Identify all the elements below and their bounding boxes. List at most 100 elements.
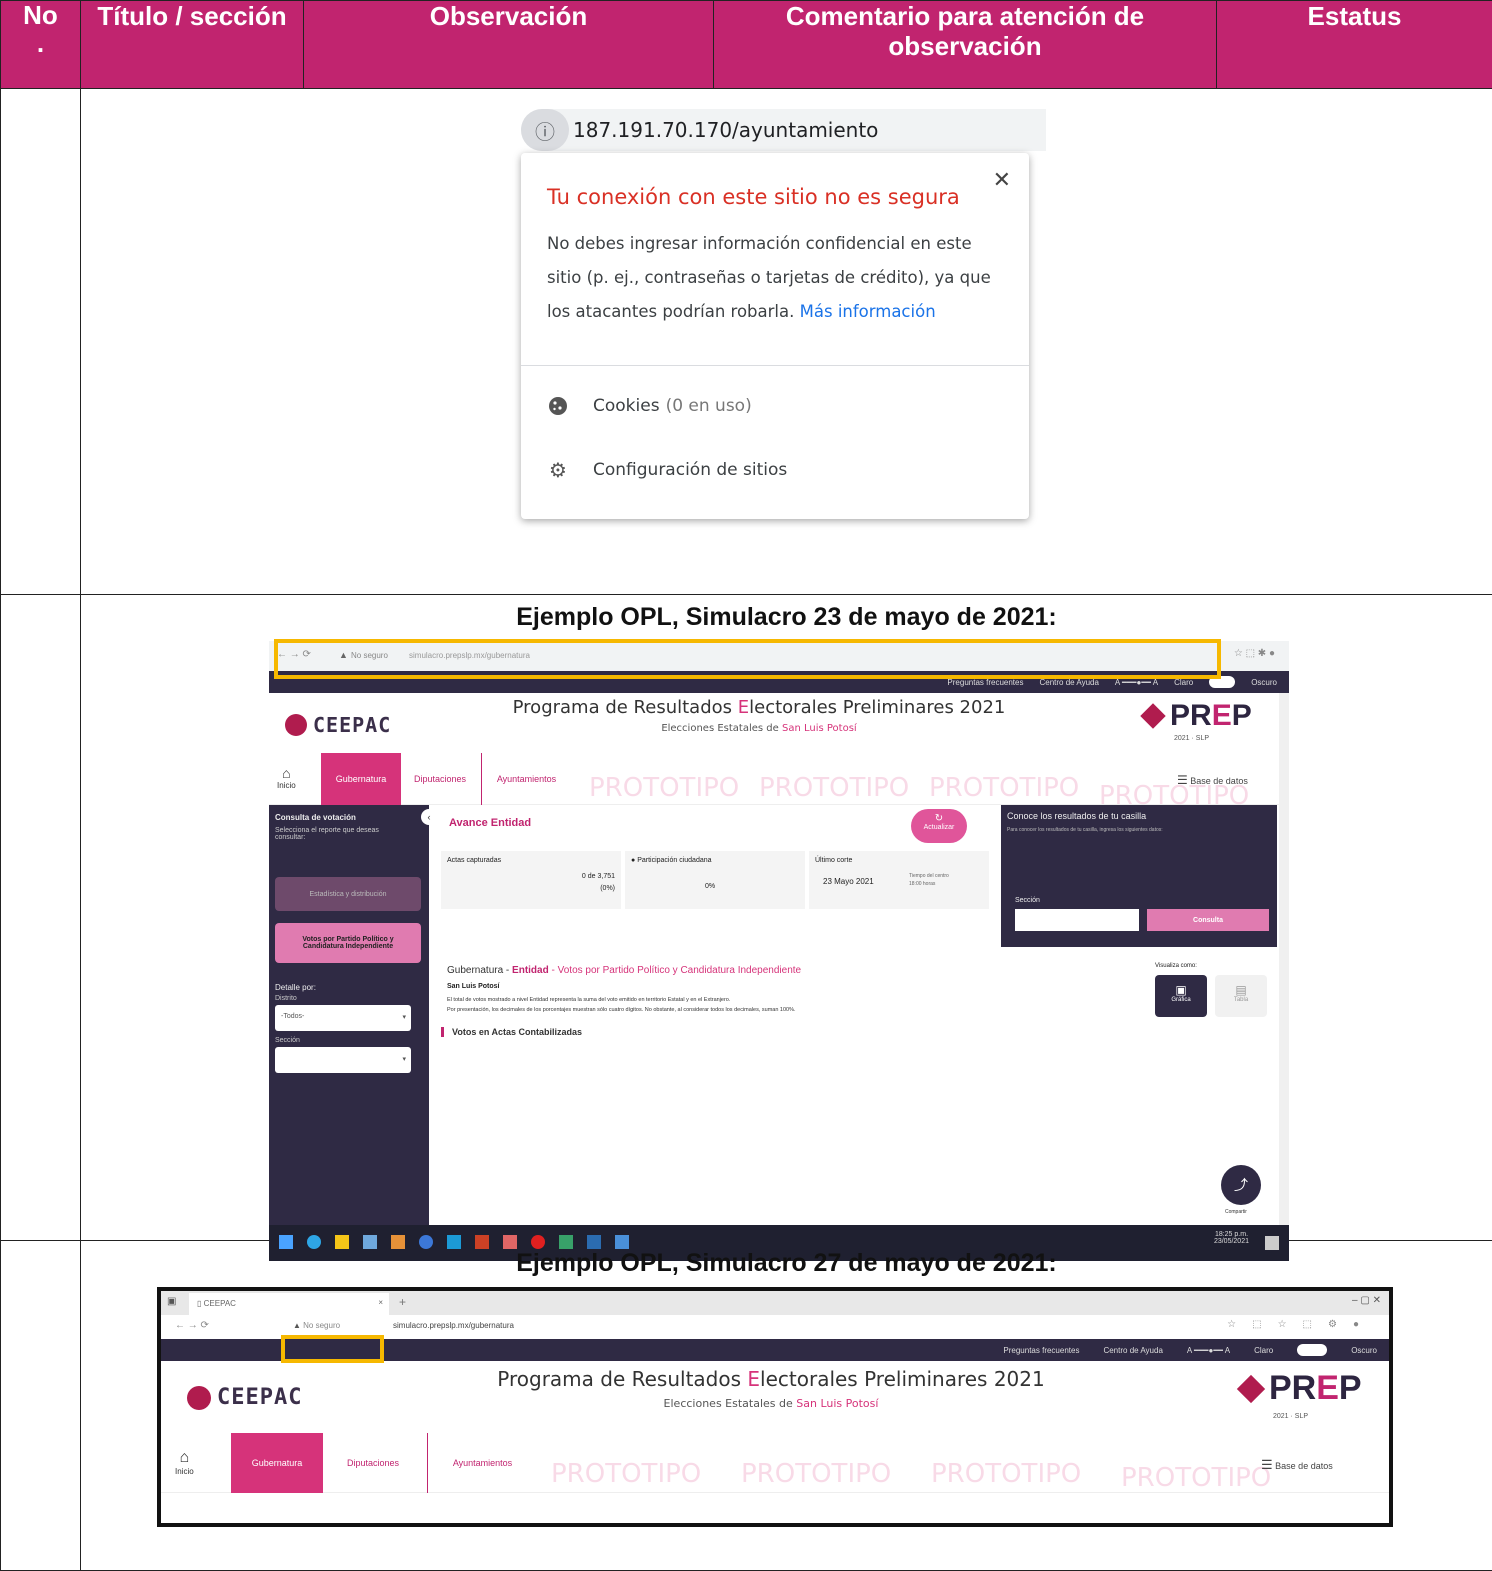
title-part: lectorales Preliminares 2021 <box>749 697 1005 718</box>
tab-actions-icon[interactable]: ▣ <box>167 1296 176 1307</box>
table-row: Ejemplo OPL, Simulacro 23 de mayo de 202… <box>1 595 1492 1241</box>
tab-diputaciones[interactable]: Diputaciones <box>327 1433 419 1493</box>
seccion-input[interactable] <box>1015 909 1139 931</box>
url-bar[interactable]: ⓘ 187.191.70.170/ayuntamiento <box>521 109 1046 151</box>
tab-ayuntamientos[interactable]: Ayuntamientos <box>427 1433 537 1493</box>
cell-no <box>1 89 81 595</box>
close-icon[interactable]: ✕ <box>993 167 1011 193</box>
faq-link[interactable]: Preguntas frecuentes <box>1003 1346 1079 1355</box>
tab-ayuntamientos[interactable]: Ayuntamientos <box>481 753 571 805</box>
security-dialog: ✕ Tu conexión con este sitio no es segur… <box>521 153 1029 519</box>
report-button-1[interactable]: Estadística y distribución <box>275 877 421 911</box>
url-text[interactable]: simulacro.prepslp.mx/gubernatura <box>393 1321 514 1330</box>
window-controls[interactable]: – ▢ ✕ <box>1352 1295 1381 1306</box>
info-icon[interactable]: ⓘ <box>521 109 569 151</box>
site-header: CEEPAC Programa de Resultados Electorale… <box>269 693 1289 753</box>
table-row: ⓘ 187.191.70.170/ayuntamiento ✕ Tu conex… <box>1 89 1492 595</box>
note-1: El total de votos mostrado a nivel Entid… <box>447 997 730 1003</box>
database-link[interactable]: ☰ Base de datos <box>1261 1457 1333 1473</box>
nav-buttons[interactable]: ← → ⟳ <box>175 1320 209 1331</box>
theme-light[interactable]: Claro <box>1254 1346 1273 1355</box>
sidebar-subtitle: Selecciona el reporte que deseas consult… <box>275 827 385 841</box>
nav-home[interactable]: ⌂ Inicio <box>175 1449 194 1476</box>
tab-gubernatura[interactable]: Gubernatura <box>321 753 401 805</box>
heading-part: - Votos por Partido Político y Candidatu… <box>549 965 801 976</box>
dialog-body: No debes ingresar información confidenci… <box>547 227 997 329</box>
cookie-icon <box>547 395 569 417</box>
refresh-button[interactable]: ↻ Actualizar <box>911 809 967 843</box>
corte-time: 18:00 horas <box>909 881 935 887</box>
ceepac-logo-icon <box>285 714 307 736</box>
font-slider[interactable]: A ━━━●━━ A <box>1187 1346 1230 1355</box>
more-info-link[interactable]: Más información <box>800 302 936 321</box>
page-icon: ▯ <box>197 1299 201 1308</box>
tab-gubernatura[interactable]: Gubernatura <box>231 1433 323 1493</box>
sidebar-title: Consulta de votación <box>275 813 356 822</box>
place-label: San Luis Potosí <box>447 983 500 990</box>
participacion-label: ● Participación ciudadana <box>631 857 712 864</box>
consulta-button[interactable]: Consulta <box>1147 909 1269 931</box>
watermark: PROTOTIPO <box>1121 1463 1271 1493</box>
watermark: PROTOTIPO <box>741 1459 891 1489</box>
view-chart-button[interactable]: ▣ Gráfica <box>1155 975 1207 1017</box>
new-tab-icon[interactable]: + <box>399 1295 406 1309</box>
theme-dark[interactable]: Oscuro <box>1251 678 1277 687</box>
participacion-text: Participación ciudadana <box>637 857 711 864</box>
heading-part: Gubernatura - <box>447 965 512 976</box>
report-button-2[interactable]: Votos por Partido Político y Candidatura… <box>275 923 421 963</box>
prep-logo: PREP <box>1144 699 1252 733</box>
subtitle-part: Elecciones Estatales de <box>664 1397 797 1410</box>
help-link[interactable]: Centro de Ayuda <box>1103 1346 1162 1355</box>
cookies-item[interactable]: Cookies (0 en uso) <box>547 395 752 417</box>
taskbar-time: 18:25 p.m. <box>1214 1231 1249 1238</box>
warning-icon: ▲ <box>293 1321 301 1330</box>
corte-date: 23 Mayo 2021 <box>823 877 874 886</box>
view-chart-label: Gráfica <box>1155 997 1207 1003</box>
table-icon: ▤ <box>1215 983 1267 997</box>
actas-label: Actas capturadas <box>447 857 501 864</box>
heading-part: Entidad <box>512 965 549 976</box>
consulta-box: Conoce los resultados de tu casilla Para… <box>1001 805 1277 947</box>
cookies-count: (0 en uso) <box>666 396 752 416</box>
avance-title: Avance Entidad <box>449 817 531 829</box>
note-2: Por presentación, los decimales de los p… <box>447 1007 796 1013</box>
distrito-select[interactable]: -Todos- ▾ <box>275 1005 411 1031</box>
nav-home[interactable]: ⌂ Inicio <box>277 765 296 790</box>
consulta-info: Para conocer los resultados de tu casill… <box>1007 827 1267 833</box>
header-comment: Comentario para atención de observación <box>714 1 1217 89</box>
share-button[interactable]: ⤴ <box>1221 1165 1261 1205</box>
cookies-label: Cookies <box>593 396 660 416</box>
collapse-sidebar-icon[interactable]: ‹ <box>421 809 437 825</box>
tab-diputaciones[interactable]: Diputaciones <box>405 753 475 805</box>
browser-icons: ☆⬚☆⬚⚙● <box>1227 1319 1375 1330</box>
view-table-button[interactable]: ▤ Tabla <box>1215 975 1267 1017</box>
actas-value: 0 de 3,751 <box>582 873 615 880</box>
consulta-seccion-label: Sección <box>1015 897 1040 904</box>
gear-icon: ⚙ <box>547 459 569 481</box>
subtitle-part: Elecciones Estatales de <box>661 723 782 734</box>
subtitle-part: San Luis Potosí <box>782 723 857 734</box>
browser-tab[interactable]: ▯ CEEPAC × <box>189 1293 389 1315</box>
close-tab-icon[interactable]: × <box>378 1298 383 1307</box>
theme-toggle[interactable] <box>1297 1344 1327 1356</box>
theme-dark[interactable]: Oscuro <box>1351 1346 1377 1355</box>
title-part: E <box>747 1367 760 1391</box>
url-highlight <box>274 639 1221 679</box>
site-settings-item[interactable]: ⚙ Configuración de sitios <box>547 459 787 481</box>
corte-tz: Tiempo del centro <box>909 873 949 879</box>
cell-no <box>1 595 81 1241</box>
database-label: Base de datos <box>1275 1461 1333 1471</box>
distrito-select-value: -Todos- <box>281 1013 304 1020</box>
seccion-select[interactable]: ▾ <box>275 1047 411 1073</box>
font-small: A <box>1187 1346 1192 1355</box>
prep-diamond <box>1237 1374 1265 1402</box>
no-seguro-highlight <box>281 1335 384 1363</box>
prep-part: PR <box>1269 1369 1316 1408</box>
header-subtitle: Elecciones Estatales de San Luis Potosí <box>461 1397 1081 1410</box>
home-icon: ⌂ <box>175 1449 194 1467</box>
ceepac-logo: CEEPAC <box>187 1385 302 1410</box>
seccion-label: Sección <box>275 1037 300 1044</box>
scrollbar[interactable] <box>1279 693 1289 1225</box>
corte-card: Último corte 23 Mayo 2021 Tiempo del cen… <box>809 851 989 909</box>
database-link[interactable]: ☰ Base de datos <box>1177 773 1248 787</box>
